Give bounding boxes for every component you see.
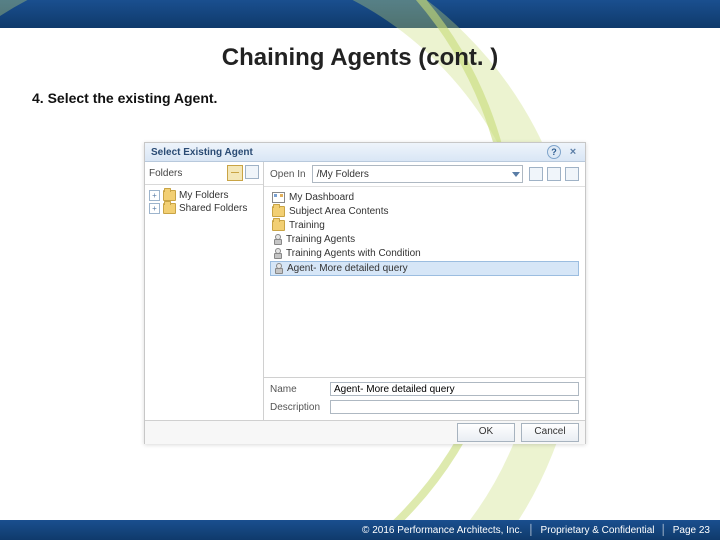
list-label: Subject Area Contents — [289, 206, 389, 217]
list-item[interactable]: Subject Area Contents — [270, 205, 579, 218]
up-folder-icon[interactable] — [529, 167, 543, 181]
select-existing-agent-dialog: Select Existing Agent ? × Folders + My F… — [144, 142, 586, 444]
separator: │ — [528, 525, 534, 536]
dialog-title: Select Existing Agent — [151, 147, 253, 158]
tree-item-shared-folders[interactable]: + Shared Folders — [149, 202, 259, 215]
new-folder-icon[interactable] — [547, 167, 561, 181]
open-in-bar: Open In /My Folders — [264, 162, 585, 187]
expand-icon[interactable]: + — [149, 203, 160, 214]
dialog-header: Select Existing Agent ? × — [145, 143, 585, 162]
tree-label: My Folders — [179, 190, 228, 201]
list-item[interactable]: Training — [270, 219, 579, 232]
list-item-selected[interactable]: Agent- More detailed query — [270, 261, 579, 276]
folder-tree-icon[interactable] — [227, 165, 243, 181]
cancel-button[interactable]: Cancel — [521, 423, 579, 442]
list-item[interactable]: My Dashboard — [270, 191, 579, 204]
name-label: Name — [270, 384, 324, 395]
help-icon[interactable]: ? — [547, 145, 561, 159]
tree-label: Shared Folders — [179, 203, 247, 214]
folder-icon — [163, 203, 176, 214]
list-item[interactable]: Training Agents with Condition — [270, 247, 579, 260]
folders-pane: Folders + My Folders + Shared Folders — [145, 162, 264, 420]
list-label: Agent- More detailed query — [287, 263, 408, 274]
open-in-value: /My Folders — [317, 169, 369, 180]
folder-action-icon[interactable] — [245, 165, 259, 179]
list-label: Training Agents — [286, 234, 355, 245]
step-instruction: 4. Select the existing Agent. — [32, 90, 217, 106]
list-label: Training Agents with Condition — [286, 248, 421, 259]
top-decorative-bar — [0, 0, 720, 28]
name-description-panel: Name Description — [264, 377, 585, 420]
copyright-text: © 2016 Performance Architects, Inc. — [362, 525, 522, 536]
agent-icon — [272, 234, 282, 245]
close-icon[interactable]: × — [567, 146, 579, 158]
folder-icon — [272, 206, 285, 217]
slide-title: Chaining Agents (cont. ) — [0, 44, 720, 72]
file-listing: My Dashboard Subject Area Contents Train… — [264, 187, 585, 377]
open-in-label: Open In — [270, 169, 306, 180]
folder-icon — [272, 220, 285, 231]
separator: │ — [660, 525, 666, 536]
ok-button[interactable]: OK — [457, 423, 515, 442]
chevron-down-icon — [512, 172, 520, 177]
description-label: Description — [270, 402, 324, 413]
list-label: My Dashboard — [289, 192, 354, 203]
open-in-select[interactable]: /My Folders — [312, 165, 523, 183]
list-label: Training — [289, 220, 325, 231]
expand-icon[interactable]: + — [149, 190, 160, 201]
folders-label: Folders — [149, 168, 182, 179]
agent-icon — [273, 263, 283, 274]
page-number: Page 23 — [673, 525, 710, 536]
confidential-text: Proprietary & Confidential — [541, 525, 655, 536]
description-field[interactable] — [330, 400, 579, 414]
name-field[interactable] — [330, 382, 579, 396]
dialog-footer: OK Cancel — [145, 420, 585, 444]
dashboard-icon — [272, 192, 285, 203]
agent-icon — [272, 248, 282, 259]
folder-tree: + My Folders + Shared Folders — [145, 185, 263, 219]
view-list-icon[interactable] — [565, 167, 579, 181]
folder-icon — [163, 190, 176, 201]
slide-footer: © 2016 Performance Architects, Inc. │ Pr… — [0, 520, 720, 540]
list-item[interactable]: Training Agents — [270, 233, 579, 246]
